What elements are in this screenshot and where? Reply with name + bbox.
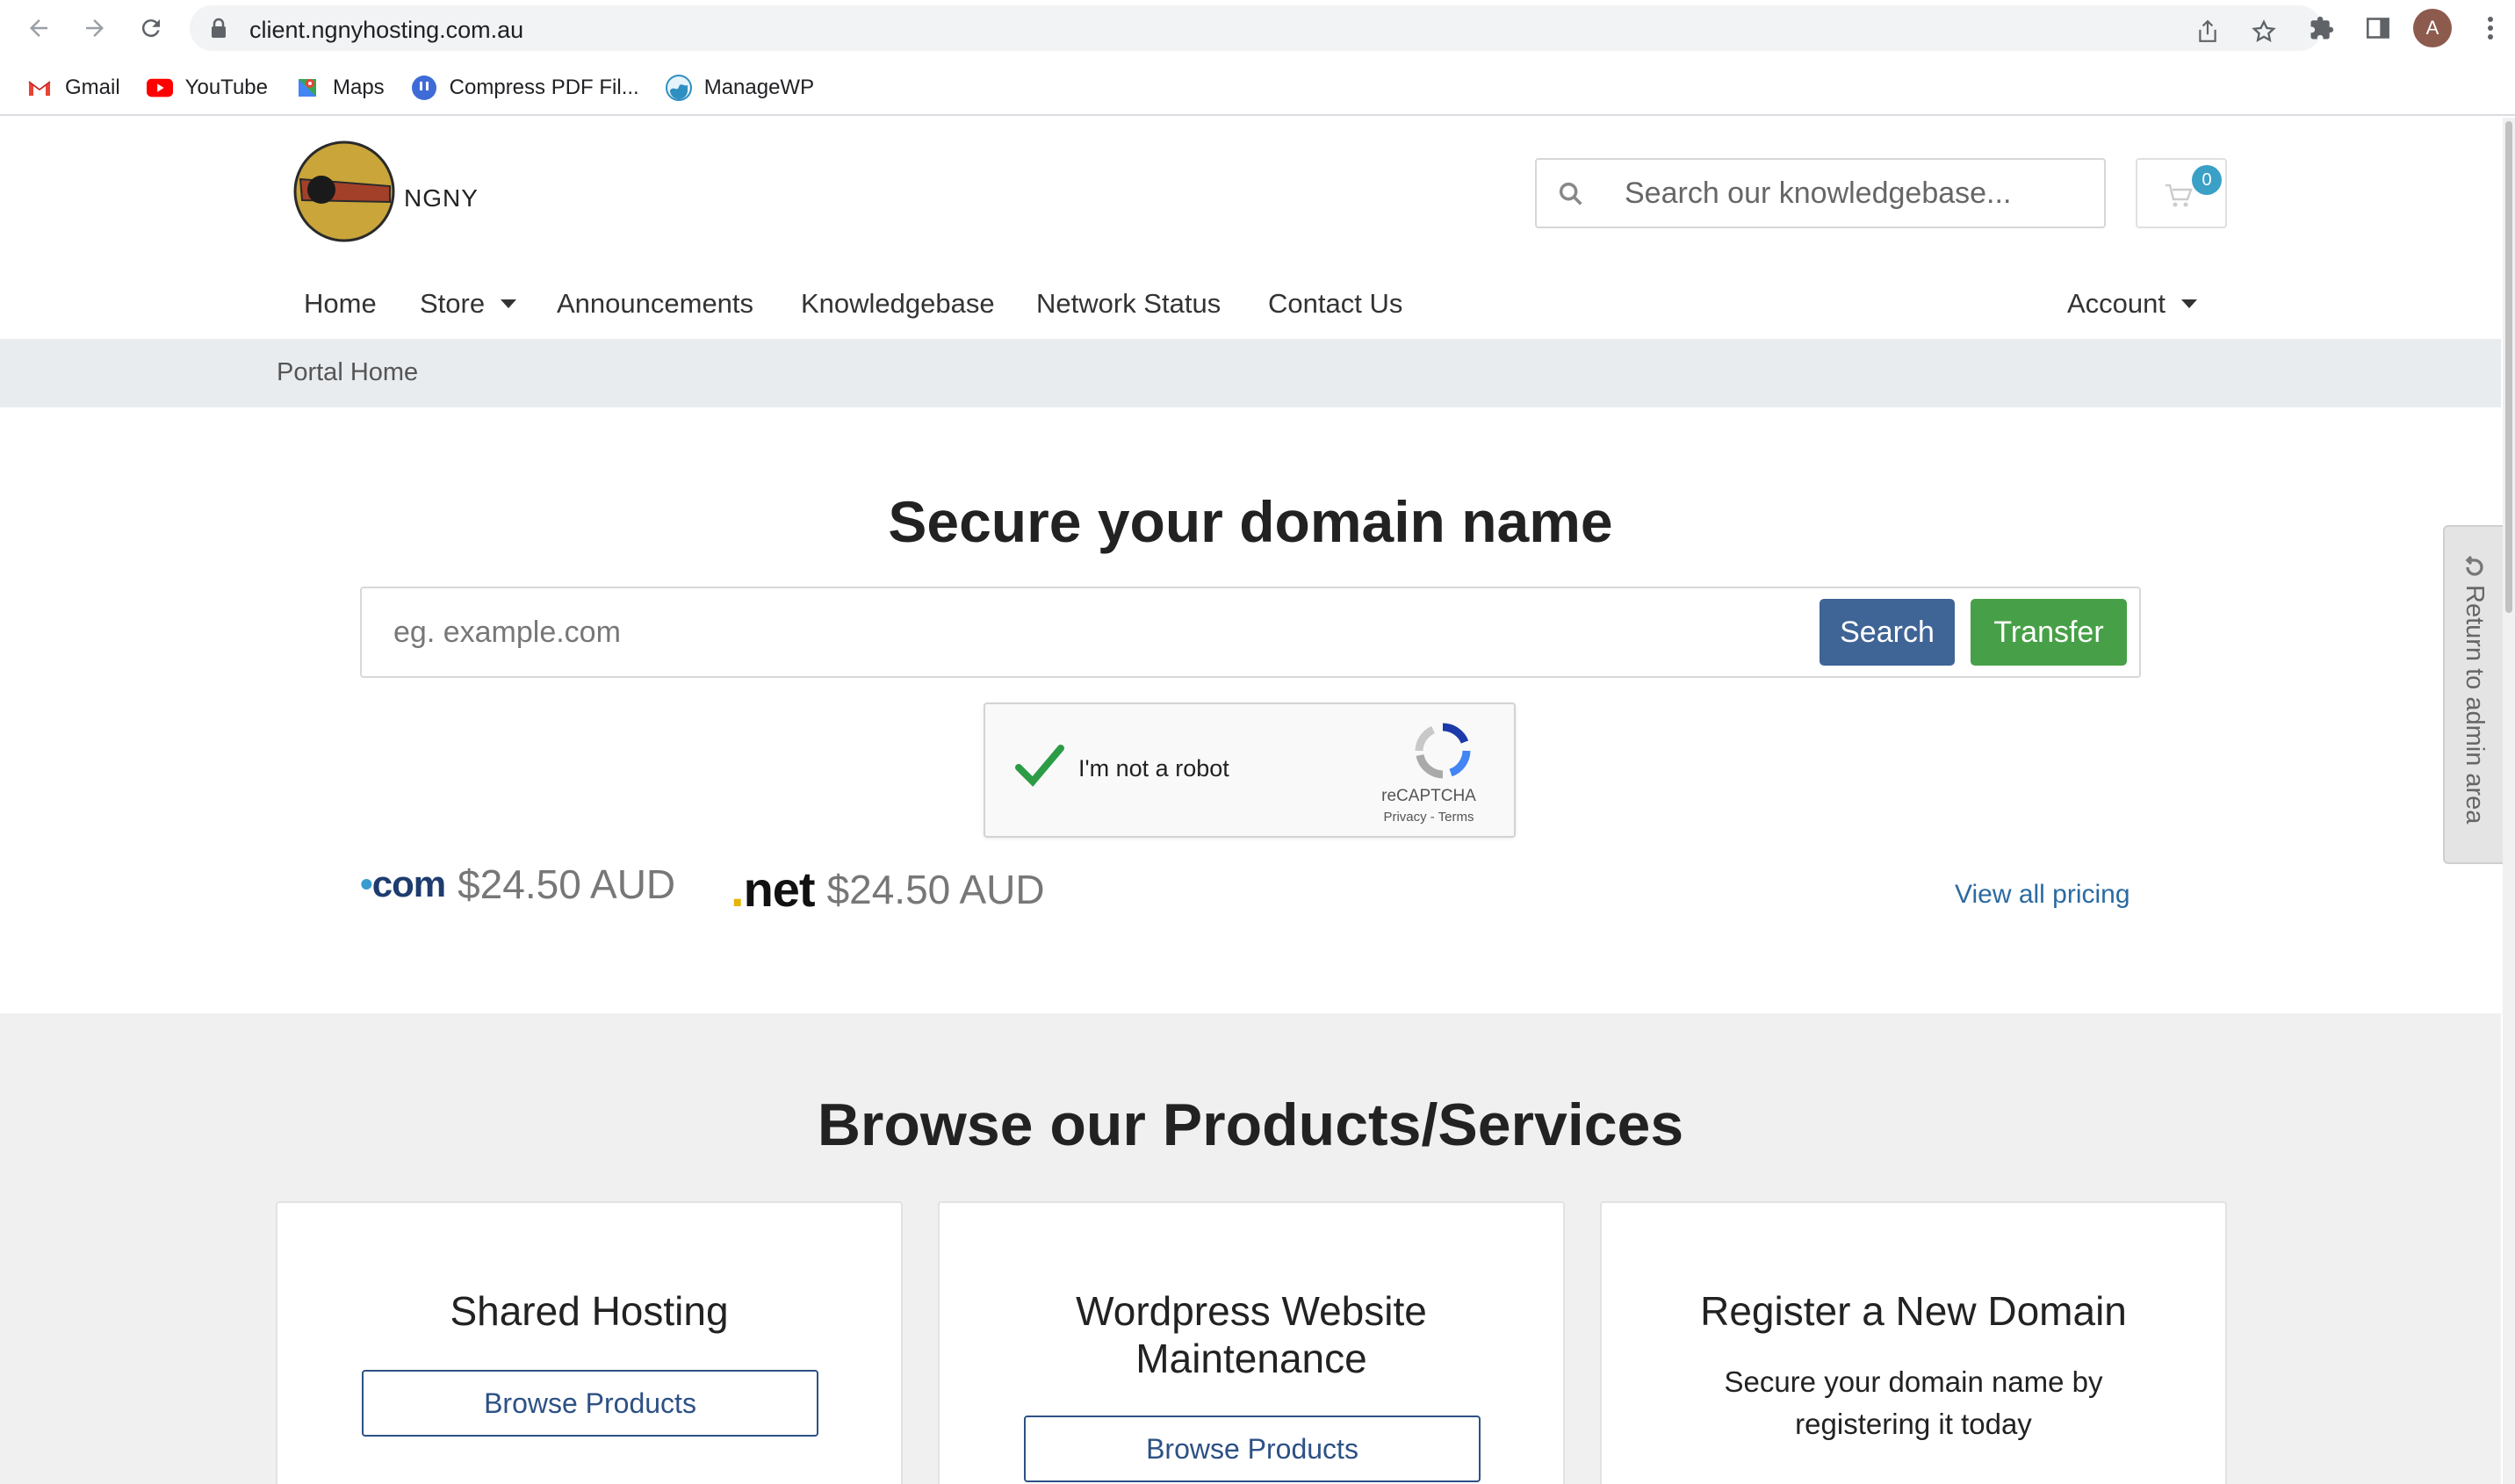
nav-contact-us[interactable]: Contact Us: [1268, 279, 1402, 328]
address-bar[interactable]: client.ngnyhosting.com.au: [190, 5, 2322, 51]
return-to-admin-tab[interactable]: Return to admin area: [2443, 525, 2504, 864]
card-title: Register a New Domain: [1700, 1288, 2127, 1334]
extensions-button[interactable]: [2304, 11, 2339, 46]
domain-input[interactable]: [393, 588, 1798, 676]
product-card-register-domain: Register a New Domain Secure your domain…: [1600, 1201, 2227, 1484]
nav-home[interactable]: Home: [304, 279, 377, 328]
tld-com-pricing: •com $24.50 AUD: [360, 861, 675, 908]
forward-button[interactable]: [77, 11, 112, 46]
maps-icon: [294, 75, 321, 101]
product-card-shared-hosting: Shared Hosting Browse Products: [276, 1201, 903, 1484]
bookmark-managewp[interactable]: ManageWP: [665, 75, 814, 101]
compress-pdf-icon: [411, 75, 437, 101]
browser-menu-button[interactable]: [2473, 11, 2508, 46]
tld-com-price: $24.50 AUD: [458, 861, 676, 907]
breadcrumb: Portal Home: [0, 339, 2501, 407]
nav-account[interactable]: Account: [2067, 279, 2198, 328]
side-panel-button[interactable]: [2360, 11, 2396, 46]
arrow-left-icon: [30, 19, 47, 37]
browse-products-button[interactable]: Browse Products: [1024, 1416, 1481, 1482]
cart-count-badge: 0: [2192, 165, 2222, 195]
bookmark-gmail[interactable]: Gmail: [26, 75, 120, 101]
reload-button[interactable]: [133, 11, 169, 46]
share-button[interactable]: [2192, 16, 2223, 47]
gmail-icon: [26, 75, 53, 101]
share-icon: [2199, 19, 2216, 42]
nav-store[interactable]: Store: [420, 279, 517, 328]
ngny-logo[interactable]: [293, 140, 395, 242]
recaptcha-logo-icon: [1415, 723, 1471, 779]
profile-avatar[interactable]: A: [2413, 9, 2452, 47]
scrollbar-thumb[interactable]: [2505, 121, 2512, 613]
url-text: client.ngnyhosting.com.au: [249, 17, 524, 43]
recaptcha-widget: I'm not a robot reCAPTCHA Privacy - Term…: [984, 702, 1516, 838]
bookmarks-bar: Gmail YouTube Maps Compress PDF Fil... M…: [0, 67, 814, 109]
side-panel-icon: [2367, 18, 2389, 39]
star-icon: [2252, 19, 2276, 42]
tld-net-price: $24.50 AUD: [826, 866, 1045, 912]
com-logo: •com: [360, 863, 446, 904]
back-button[interactable]: [21, 11, 56, 46]
bookmark-youtube[interactable]: YouTube: [146, 75, 268, 101]
youtube-icon: [146, 75, 173, 101]
knowledgebase-search: [1535, 158, 2106, 228]
page-scrollbar[interactable]: [2503, 118, 2515, 1484]
net-logo: .net: [731, 861, 816, 917]
recaptcha-terms: Privacy - Terms: [1383, 810, 1474, 825]
search-icon: [1559, 182, 1582, 205]
domain-search-box: Search Transfer: [360, 587, 2141, 678]
caret-down-icon: [2181, 299, 2198, 308]
cart-button[interactable]: 0: [2136, 158, 2227, 228]
bookmark-compress-pdf[interactable]: Compress PDF Fil...: [411, 75, 639, 101]
caret-down-icon: [501, 299, 517, 308]
browser-chrome: client.ngnyhosting.com.au A Gmail YouTub…: [0, 0, 2515, 116]
card-description: Secure your domain name by registering i…: [1724, 1365, 2103, 1440]
domain-section-title: Secure your domain name: [888, 489, 1613, 554]
browse-products-button[interactable]: Browse Products: [362, 1370, 818, 1437]
managewp-icon: [665, 75, 692, 101]
puzzle-icon: [2310, 16, 2334, 40]
arrow-right-icon: [86, 19, 104, 37]
domain-search-button[interactable]: Search: [1820, 599, 1955, 666]
breadcrumb-portal-home: Portal Home: [277, 358, 419, 386]
bookmark-maps[interactable]: Maps: [294, 75, 385, 101]
products-section: Browse our Products/Services Shared Host…: [0, 1013, 2501, 1484]
domain-transfer-button[interactable]: Transfer: [1971, 599, 2127, 666]
card-title: Wordpress Website Maintenance: [1076, 1288, 1427, 1381]
lock-icon: [212, 18, 226, 38]
undo-icon: [2465, 555, 2483, 576]
view-all-pricing-link[interactable]: View all pricing: [1955, 880, 2130, 910]
nav-announcements[interactable]: Announcements: [557, 279, 753, 328]
shopping-cart-icon: [2165, 184, 2193, 207]
products-title: Browse our Products/Services: [817, 1091, 1684, 1158]
kebab-menu-icon: [2488, 17, 2493, 40]
nav-knowledgebase[interactable]: Knowledgebase: [801, 279, 995, 328]
card-title: Shared Hosting: [450, 1288, 729, 1334]
captcha-label: I'm not a robot: [1078, 755, 1229, 782]
main-navigation: Home Store Announcements Knowledgebase N…: [0, 279, 2515, 328]
captcha-checkbox[interactable]: [1013, 741, 1066, 790]
reload-icon: [141, 19, 160, 38]
knowledgebase-search-input[interactable]: [1625, 160, 2090, 227]
bookmark-star-button[interactable]: [2248, 16, 2280, 47]
return-to-admin-label: Return to admin area: [2461, 585, 2489, 825]
nav-network-status[interactable]: Network Status: [1036, 279, 1221, 328]
recaptcha-brand: reCAPTCHA: [1381, 787, 1476, 805]
tld-net-pricing: .net $24.50 AUD: [731, 861, 1045, 918]
logo-text: NGNY: [404, 184, 479, 212]
product-card-wordpress-maintenance: Wordpress Website Maintenance Browse Pro…: [938, 1201, 1565, 1484]
